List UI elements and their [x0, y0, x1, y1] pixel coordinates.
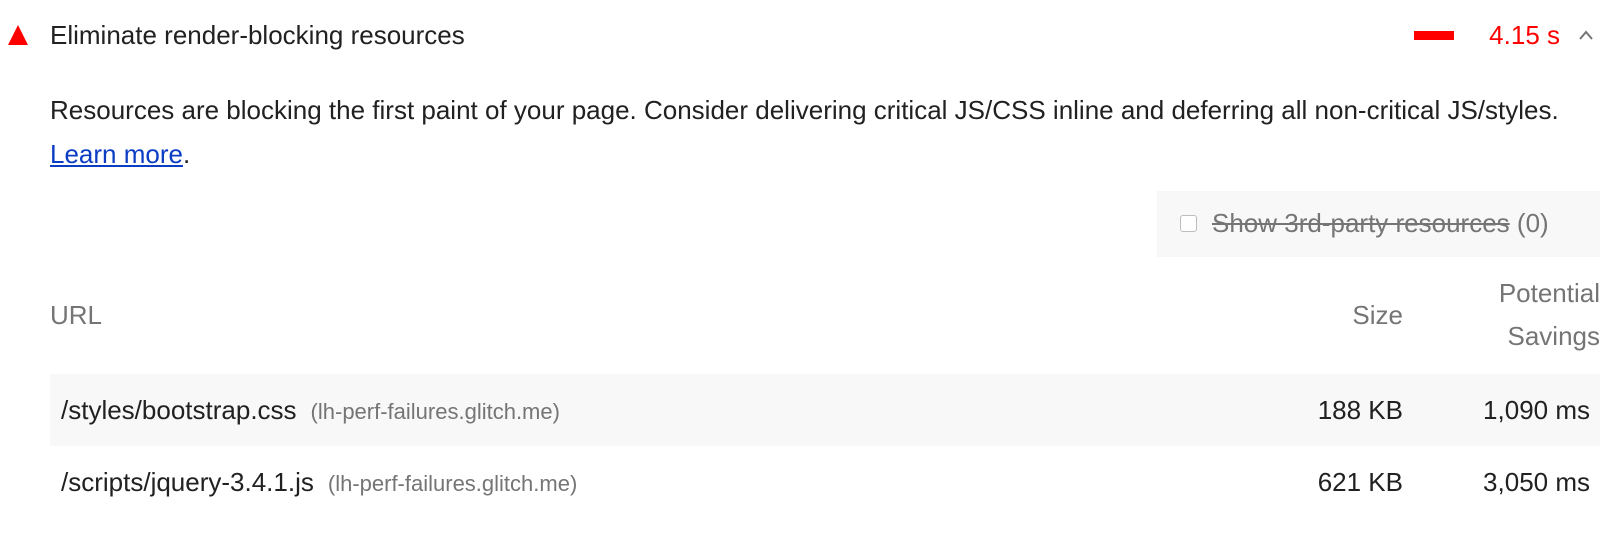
- row-host: (lh-perf-failures.glitch.me): [327, 471, 578, 496]
- audit-title: Eliminate render-blocking resources: [50, 20, 465, 50]
- filter-count: (0): [1516, 208, 1549, 238]
- table-row: /styles/bootstrap.css (lh-perf-failures.g…: [50, 374, 1600, 446]
- row-savings: 3,050 ms: [1483, 467, 1590, 497]
- row-url-cell: /scripts/jquery-3.4.1.js (lh-perf-failure…: [61, 465, 577, 501]
- row-savings: 1,090 ms: [1483, 395, 1590, 425]
- audit-header[interactable]: Eliminate render-blocking resources 4.15…: [0, 0, 1600, 72]
- show-third-party-checkbox[interactable]: [1180, 215, 1197, 232]
- column-header-potential-savings: Potential Savings: [1460, 272, 1600, 358]
- row-size: 188 KB: [1317, 395, 1403, 425]
- table-row: /scripts/jquery-3.4.1.js (lh-perf-failure…: [50, 446, 1600, 518]
- row-url: /scripts/jquery-3.4.1.js: [61, 467, 314, 497]
- show-third-party-label[interactable]: Show 3rd-party resources (0): [1212, 206, 1549, 240]
- audit-description: Resources are blocking the first paint o…: [50, 88, 1570, 176]
- learn-more-link[interactable]: Learn more: [50, 139, 183, 169]
- column-header-savings-line1: Potential: [1498, 278, 1600, 308]
- row-url-cell: /styles/bootstrap.css (lh-perf-failures.g…: [61, 393, 560, 429]
- column-header-url: URL: [50, 300, 103, 330]
- audit-display-value: 4.15 s: [1489, 20, 1560, 50]
- row-host: (lh-perf-failures.glitch.me): [310, 399, 560, 424]
- score-bar: [1414, 31, 1454, 40]
- row-size: 621 KB: [1317, 467, 1403, 497]
- filter-label-text: Show 3rd-party resources: [1212, 208, 1510, 238]
- column-header-savings-line2: Savings: [1507, 321, 1600, 351]
- column-header-size: Size: [1352, 300, 1403, 330]
- fail-triangle-icon: [8, 25, 28, 45]
- description-trailing: .: [182, 139, 191, 169]
- description-text: Resources are blocking the first paint o…: [50, 95, 1559, 125]
- chevron-up-icon[interactable]: [1578, 28, 1594, 42]
- third-party-filter[interactable]: Show 3rd-party resources (0): [1157, 191, 1600, 257]
- row-url: /styles/bootstrap.css: [61, 395, 297, 425]
